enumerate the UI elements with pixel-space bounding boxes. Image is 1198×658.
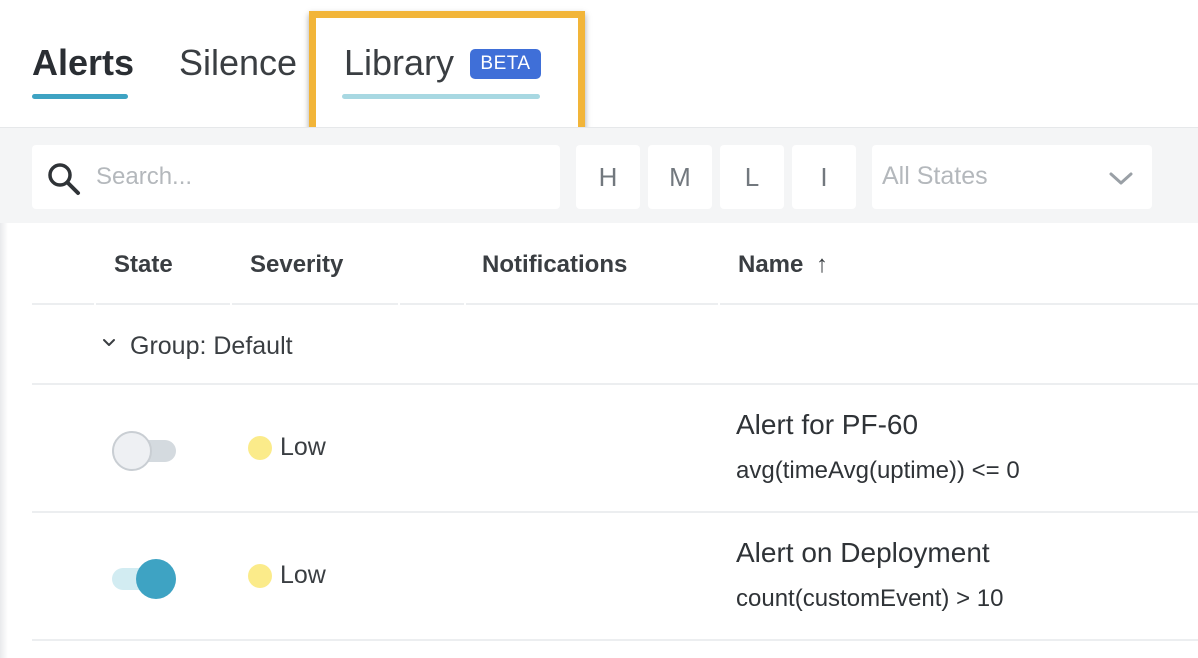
sort-arrow-up-icon: ↑	[816, 251, 829, 278]
tab-alerts-underline	[32, 94, 128, 99]
alert-name[interactable]: Alert for PF-60	[736, 409, 918, 441]
filter-bar: H M L I All States	[0, 127, 1198, 223]
toggle-knob	[112, 431, 152, 471]
severity-low-dot-icon	[248, 436, 272, 460]
column-header-state[interactable]: State	[114, 251, 173, 279]
tab-silence[interactable]: Silence	[179, 42, 297, 84]
severity-label: Low	[280, 561, 326, 589]
table-header: State Severity Notifications Name ↑	[32, 223, 1198, 305]
group-row[interactable]: Group: Default	[32, 305, 1198, 385]
column-header-severity[interactable]: Severity	[250, 251, 343, 279]
toggle-knob	[136, 559, 176, 599]
alert-name[interactable]: Alert on Deployment	[736, 537, 990, 569]
search-box	[32, 145, 560, 209]
tab-library[interactable]: Library	[344, 42, 454, 84]
severity-low-dot-icon	[248, 564, 272, 588]
beta-badge: BETA	[470, 49, 541, 79]
column-header-name[interactable]: Name ↑	[738, 251, 828, 279]
column-header-notifications[interactable]: Notifications	[482, 251, 627, 279]
severity-low-button[interactable]: L	[720, 145, 784, 209]
group-label: Group: Default	[130, 332, 293, 360]
alert-query: count(customEvent) > 10	[736, 585, 1004, 612]
state-toggle[interactable]	[112, 431, 176, 471]
tab-alerts[interactable]: Alerts	[32, 42, 134, 84]
state-select[interactable]: All States	[872, 145, 1152, 209]
severity-medium-button[interactable]: M	[648, 145, 712, 209]
alerts-table: State Severity Notifications Name ↑ Grou…	[32, 223, 1198, 641]
state-select-value: All States	[882, 162, 988, 190]
severity-high-button[interactable]: H	[576, 145, 640, 209]
table-row: Low Alert on Deployment count(customEven…	[32, 513, 1198, 641]
column-header-name-label: Name	[738, 251, 804, 278]
state-toggle[interactable]	[112, 559, 176, 599]
chevron-down-small-icon	[103, 339, 115, 346]
chevron-down-icon	[1109, 172, 1133, 185]
tab-bar: Alerts Silence Library BETA	[0, 0, 1198, 135]
severity-label: Low	[280, 433, 326, 461]
search-icon	[48, 163, 80, 195]
severity-info-button[interactable]: I	[792, 145, 856, 209]
search-input[interactable]	[96, 159, 536, 195]
tab-library-underline	[342, 94, 540, 99]
alert-query: avg(timeAvg(uptime)) <= 0	[736, 457, 1020, 484]
table-row: Low Alert for PF-60 avg(timeAvg(uptime))…	[32, 385, 1198, 513]
